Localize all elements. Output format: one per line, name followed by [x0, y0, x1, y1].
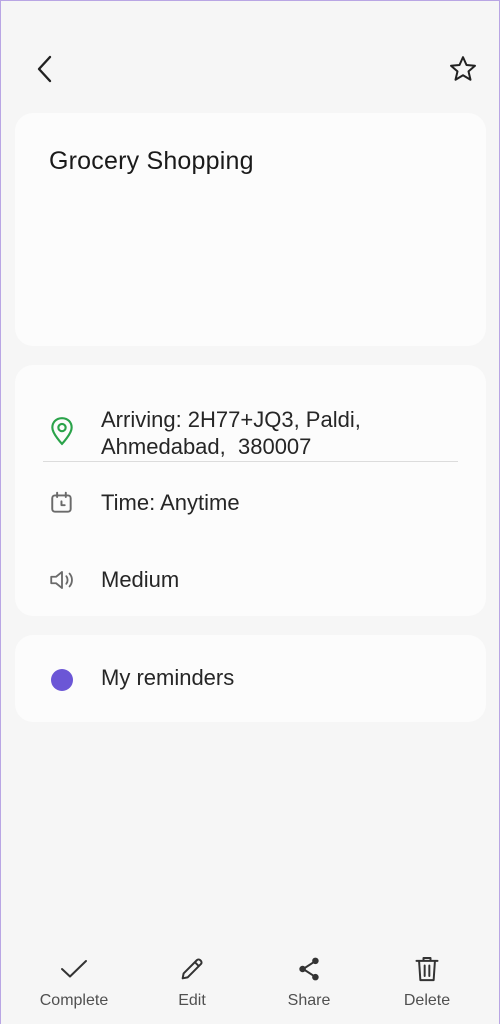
location-pin-icon [47, 416, 77, 446]
back-button[interactable] [29, 51, 61, 87]
location-text: Arriving: 2H77+JQ3, Paldi, Ahmedabad, 38… [101, 406, 461, 460]
time-text: Time: Anytime [101, 490, 240, 515]
checkmark-icon [59, 954, 89, 984]
location-line-1: Arriving: 2H77+JQ3, Paldi, [101, 407, 361, 432]
speaker-icon [47, 565, 77, 595]
delete-label: Delete [403, 992, 451, 1009]
edit-label: Edit [178, 992, 206, 1009]
trash-icon [412, 954, 442, 984]
time-row[interactable]: Time: Anytime [15, 483, 486, 523]
list-name: My reminders [101, 665, 235, 690]
star-outline-icon [450, 56, 477, 81]
pencil-icon [177, 954, 207, 984]
title-card[interactable]: Grocery Shopping [15, 113, 486, 346]
reminder-detail-screen: Grocery Shopping Arriving: 2H77+JQ3, Pal… [0, 0, 500, 1024]
favorite-button[interactable] [445, 51, 481, 87]
priority-text: Medium [101, 567, 180, 592]
reminder-title[interactable]: Grocery Shopping [49, 147, 254, 176]
location-line-2: Ahmedabad, 380007 [101, 434, 312, 459]
share-label: Share [287, 992, 331, 1009]
calendar-clock-icon [47, 488, 77, 518]
priority-row[interactable]: Medium [15, 561, 486, 601]
share-icon [294, 954, 324, 984]
delete-button[interactable]: Delete [372, 944, 482, 1024]
divider [43, 461, 458, 462]
list-color-dot [51, 669, 73, 691]
details-card: Arriving: 2H77+JQ3, Paldi, Ahmedabad, 38… [15, 365, 486, 616]
bottom-action-bar: Complete Edit Share Delete [1, 944, 499, 1024]
edit-button[interactable]: Edit [137, 944, 247, 1024]
share-button[interactable]: Share [254, 944, 364, 1024]
top-app-bar [1, 1, 499, 121]
complete-label: Complete [39, 992, 109, 1009]
chevron-left-icon [37, 55, 52, 83]
location-row[interactable]: Arriving: 2H77+JQ3, Paldi, Ahmedabad, 38… [15, 385, 486, 465]
complete-button[interactable]: Complete [19, 944, 129, 1024]
list-card[interactable]: My reminders [15, 635, 486, 722]
